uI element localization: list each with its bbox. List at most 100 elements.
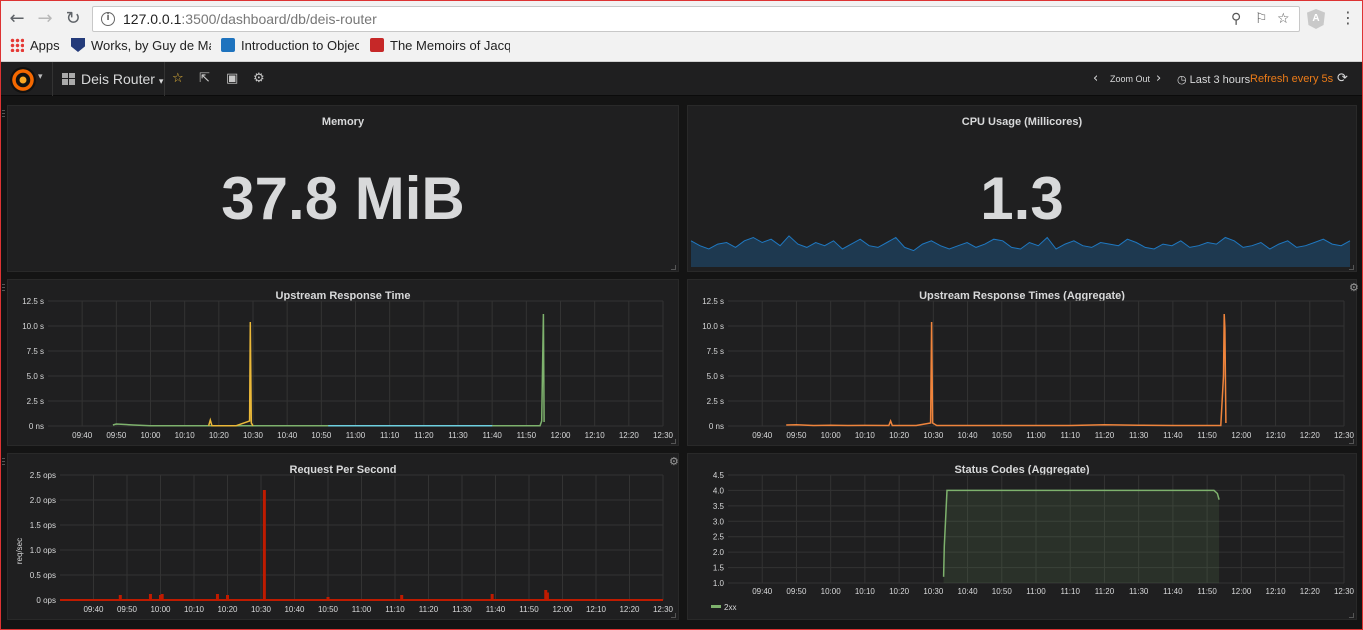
x-tick-label: 11:40 xyxy=(486,605,506,614)
x-tick-label: 10:50 xyxy=(992,587,1013,596)
zoom-out-button[interactable]: Zoom Out xyxy=(1110,74,1150,84)
x-tick-label: 12:20 xyxy=(1300,431,1321,440)
dashboard-title[interactable]: Deis Router xyxy=(81,71,155,87)
legend-label-2xx[interactable]: 2xx xyxy=(724,603,736,612)
x-tick-label: 12:00 xyxy=(1231,587,1252,596)
bar xyxy=(160,594,164,600)
x-tick-label: 11:40 xyxy=(482,431,502,440)
save-icon[interactable]: ▣ xyxy=(226,71,238,86)
x-tick-label: 11:10 xyxy=(1061,431,1081,440)
x-tick-label: 11:50 xyxy=(517,431,537,440)
resize-handle[interactable] xyxy=(671,439,676,444)
address-bar[interactable]: i 127.0.0.1:3500/dashboard/db/deis-route… xyxy=(92,6,1300,32)
time-forward-chevron-icon[interactable]: › xyxy=(1156,71,1161,86)
y-tick-label: 1.5 xyxy=(713,564,725,573)
time-back-chevron-icon[interactable]: ‹ xyxy=(1093,71,1098,86)
settings-gear-icon[interactable]: ⚙ xyxy=(253,71,265,86)
back-icon[interactable]: ← xyxy=(6,8,28,30)
x-tick-label: 11:00 xyxy=(1026,431,1046,440)
x-tick-label: 09:40 xyxy=(83,605,104,614)
status-codes-chart: 1.0 1.5 2.0 2.5 3.0 3.5 4.0 4.5 09:40 09:50 10:00 1… xyxy=(711,471,1355,612)
book-icon xyxy=(221,38,235,52)
bar xyxy=(545,592,549,600)
resize-handle[interactable] xyxy=(1349,439,1354,444)
x-tick-label: 11:10 xyxy=(1061,587,1081,596)
cpu-panel: CPU Usage (Millicores) 1.3 xyxy=(687,105,1357,272)
bookmark-works-guy-de-maupassant[interactable]: Works, by Guy de Ma xyxy=(71,38,211,56)
site-info-icon[interactable]: i xyxy=(101,12,115,26)
y-tick-label: 1.0 ops xyxy=(30,546,56,555)
panel-settings-gear-icon[interactable]: ⚙ xyxy=(1349,281,1359,294)
dashboard-grid-icon xyxy=(62,73,75,85)
cpu-sparkline xyxy=(690,235,1351,267)
url-text[interactable]: 127.0.0.1:3500/dashboard/db/deis-router xyxy=(123,11,377,27)
forward-icon[interactable]: → xyxy=(34,8,56,30)
row-drag-handle[interactable] xyxy=(2,458,5,466)
angular-extension-icon[interactable]: A xyxy=(1307,9,1325,29)
panel-settings-gear-icon[interactable]: ⚙ xyxy=(669,455,679,468)
panel-title[interactable]: Memory xyxy=(8,116,678,128)
bar xyxy=(215,594,219,600)
x-tick-label: 09:50 xyxy=(786,431,807,440)
zoom-magnifier-icon[interactable]: ⚲ xyxy=(1231,11,1241,27)
bookmark-star-icon[interactable]: ☆ xyxy=(1277,11,1290,27)
x-tick-label: 12:10 xyxy=(1266,587,1287,596)
x-tick-label: 10:50 xyxy=(992,431,1013,440)
x-tick-label: 11:30 xyxy=(452,605,472,614)
sparkline-area xyxy=(691,235,1350,267)
x-tick-label: 11:30 xyxy=(1129,431,1149,440)
y-tick-label: 3.0 xyxy=(713,517,725,526)
x-tick-label: 09:40 xyxy=(752,431,773,440)
row-drag-handle[interactable] xyxy=(2,110,5,118)
chevron-down-icon[interactable]: ▾ xyxy=(38,72,43,82)
x-tick-label: 10:00 xyxy=(821,431,842,440)
y-tick-label: 7.5 s xyxy=(707,347,724,356)
reload-icon[interactable]: ↻ xyxy=(62,8,84,30)
x-tick-label: 10:20 xyxy=(217,605,238,614)
star-icon[interactable]: ☆ xyxy=(172,71,184,86)
resize-handle[interactable] xyxy=(1349,265,1354,270)
x-tick-label: 10:20 xyxy=(209,431,230,440)
bar xyxy=(262,490,266,600)
x-tick-label: 10:00 xyxy=(140,431,161,440)
x-tick-label: 09:50 xyxy=(117,605,138,614)
row-drag-handle[interactable] xyxy=(2,284,5,292)
y-tick-label: 2.5 ops xyxy=(30,471,56,480)
series-line-0 xyxy=(786,313,1227,427)
divider xyxy=(52,62,53,96)
y-tick-label: 5.0 s xyxy=(27,372,44,381)
memory-panel: Memory 37.8 MiB xyxy=(7,105,679,272)
x-tick-label: 11:20 xyxy=(1095,587,1115,596)
x-tick-label: 10:20 xyxy=(889,431,910,440)
x-tick-label: 10:40 xyxy=(277,431,298,440)
x-tick-label: 12:00 xyxy=(550,431,571,440)
x-tick-label: 10:10 xyxy=(184,605,205,614)
share-icon[interactable]: ⇱ xyxy=(199,71,210,86)
bar xyxy=(400,595,404,600)
bookmark-memoirs-of-jacques[interactable]: The Memoirs of Jacqu xyxy=(370,38,510,56)
chevron-down-icon: ▾ xyxy=(158,77,164,87)
browser-menu-icon[interactable]: ⋮ xyxy=(1340,8,1356,28)
extension-pin-icon[interactable]: ⚐ xyxy=(1255,11,1268,27)
grafana-logo-icon[interactable] xyxy=(10,67,36,93)
x-tick-label: 11:40 xyxy=(1163,587,1183,596)
legend-swatch-2xx xyxy=(711,605,721,608)
bar xyxy=(490,594,494,600)
divider xyxy=(164,62,165,96)
time-range-picker[interactable]: ◷ Last 3 hours xyxy=(1177,73,1250,86)
refresh-interval[interactable]: Refresh every 5s xyxy=(1250,73,1333,85)
x-tick-label: 12:20 xyxy=(619,431,640,440)
refresh-icon[interactable]: ⟳ xyxy=(1337,71,1348,86)
memory-value: 37.8 MiB xyxy=(221,165,465,232)
dashboard-picker[interactable]: Deis Router ▾ xyxy=(62,71,163,87)
y-tick-label: 1.0 xyxy=(713,579,725,588)
bookmark-introduction-to-objects[interactable]: Introduction to Objec xyxy=(221,38,359,56)
x-tick-label: 10:40 xyxy=(284,605,305,614)
resize-handle[interactable] xyxy=(671,265,676,270)
resize-handle[interactable] xyxy=(671,613,676,618)
x-tick-label: 11:10 xyxy=(385,605,405,614)
bookmark-apps[interactable]: Apps xyxy=(10,38,60,56)
y-tick-label: 2.5 s xyxy=(27,397,44,406)
upstream-aggregate-chart: 0 ns 2.5 s 5.0 s 7.5 s 10.0 s 12.5 s 09:40 09:5… xyxy=(702,297,1354,440)
resize-handle[interactable] xyxy=(1349,613,1354,618)
